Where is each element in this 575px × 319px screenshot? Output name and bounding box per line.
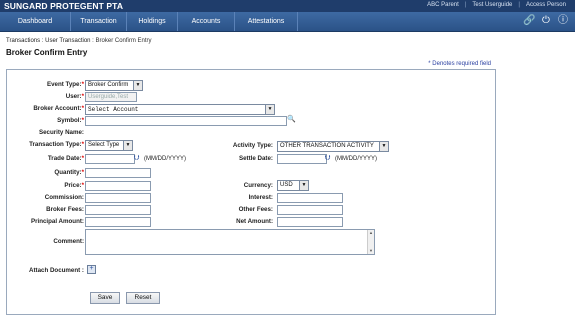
chevron-down-icon: ▼ (379, 142, 388, 151)
search-icon[interactable]: 🔍 (287, 116, 296, 123)
add-attachment-icon[interactable]: + (87, 265, 96, 274)
chevron-down-icon: ▼ (133, 81, 142, 90)
event-type-select[interactable]: Broker Confirm ▼ (85, 80, 143, 91)
principal-amount-label: Principal Amount: (30, 218, 84, 225)
settle-date-field[interactable] (277, 154, 327, 164)
divider: | (518, 2, 520, 8)
chevron-down-icon: ▼ (123, 141, 132, 150)
trade-date-label: Trade Date:* (47, 155, 84, 162)
attach-document-label: Attach Document : (28, 267, 84, 274)
broker-fees-label: Broker Fees: (46, 206, 84, 213)
required-note: * Denotes required field (428, 61, 491, 67)
settle-date-label: Settle Date: (238, 155, 273, 162)
nav-transaction[interactable]: Transaction (71, 12, 127, 31)
interest-field[interactable] (277, 193, 343, 203)
comment-label: Comment: (53, 238, 84, 245)
quantity-label: Quantity:* (54, 169, 84, 176)
currency-label: Currency: (243, 182, 273, 189)
calendar-dropdown-icon[interactable]: ⮋ (325, 155, 332, 162)
broker-fees-field[interactable] (85, 205, 151, 215)
commission-label: Commission: (44, 194, 84, 201)
interest-label: Interest: (248, 194, 273, 201)
settle-date-format: (MM/DD/YYYY) (335, 156, 377, 162)
quantity-field[interactable] (85, 168, 151, 178)
reset-button[interactable]: Reset (126, 292, 160, 304)
top-bar: SUNGARD PROTEGENT PTA ABC Parent | Test Us… (0, 0, 575, 12)
link-icon[interactable]: 🔗 (523, 15, 535, 27)
top-links: ABC Parent | Test Userguide | Access Person (424, 2, 569, 8)
scrollbar[interactable]: ▲ ▼ (367, 230, 374, 254)
transaction-type-label: Transaction Type:* (29, 141, 84, 148)
other-fees-label: Other Fees: (238, 206, 273, 213)
chevron-down-icon: ▼ (265, 105, 274, 114)
trade-date-field[interactable] (85, 154, 135, 164)
net-amount-label: Net Amount: (236, 218, 273, 225)
help-icon[interactable]: ⓘ (557, 15, 569, 27)
nav-accounts[interactable]: Accounts (178, 12, 235, 31)
price-field[interactable] (85, 181, 151, 191)
broker-account-label: Broker Account:* (33, 105, 84, 112)
save-button[interactable]: Save (90, 292, 120, 304)
price-label: Price:* (64, 182, 84, 189)
top-link-access-person[interactable]: Access Person (523, 2, 569, 8)
breadcrumb-transactions[interactable]: Transactions (6, 38, 40, 44)
currency-select[interactable]: USD ▼ (277, 180, 309, 191)
symbol-field[interactable] (85, 116, 287, 126)
breadcrumb: Transactions : User Transaction : Broker… (6, 38, 152, 44)
nav-attestations[interactable]: Attestations (235, 12, 298, 31)
principal-amount-field[interactable] (85, 217, 151, 227)
breadcrumb-current: Broker Confirm Entry (95, 38, 152, 44)
broker-confirm-form: Event Type:* Broker Confirm ▼ User:* User… (6, 69, 496, 315)
main-nav: Dashboard Transaction Holdings Accounts … (0, 12, 575, 32)
transaction-type-select[interactable]: Select Type ▼ (85, 140, 133, 151)
top-link-parent[interactable]: ABC Parent (424, 2, 462, 8)
user-field[interactable]: Userguide,Test (85, 92, 137, 102)
nav-holdings[interactable]: Holdings (127, 12, 178, 31)
page-title: Broker Confirm Entry (6, 48, 88, 57)
trade-date-format: (MM/DD/YYYY) (144, 156, 186, 162)
event-type-label: Event Type:* (46, 81, 84, 88)
nav-dashboard[interactable]: Dashboard (0, 12, 71, 31)
activity-type-label: Activity Type: (232, 142, 273, 149)
net-amount-field[interactable] (277, 217, 343, 227)
calendar-dropdown-icon[interactable]: ⮋ (134, 155, 141, 162)
symbol-label: Symbol:* (57, 117, 84, 124)
other-fees-field[interactable] (277, 205, 343, 215)
comment-textarea[interactable]: ▲ ▼ (85, 229, 375, 255)
commission-field[interactable] (85, 193, 151, 203)
security-name-label: Security Name: (38, 129, 84, 136)
breadcrumb-user-transaction[interactable]: User Transaction (45, 38, 90, 44)
chevron-down-icon: ▼ (299, 181, 308, 190)
power-icon[interactable]: ⏻ (540, 15, 552, 27)
activity-type-select[interactable]: OTHER TRANSACTION ACTIVITY ▼ (277, 141, 389, 152)
brand-logo: SUNGARD PROTEGENT PTA (4, 1, 124, 11)
scroll-down-icon[interactable]: ▼ (368, 248, 374, 254)
broker-account-select[interactable]: Select Account ▼ (85, 104, 275, 115)
user-label: User:* (65, 93, 84, 100)
top-link-user[interactable]: Test Userguide (469, 2, 515, 8)
scroll-up-icon[interactable]: ▲ (368, 230, 374, 236)
